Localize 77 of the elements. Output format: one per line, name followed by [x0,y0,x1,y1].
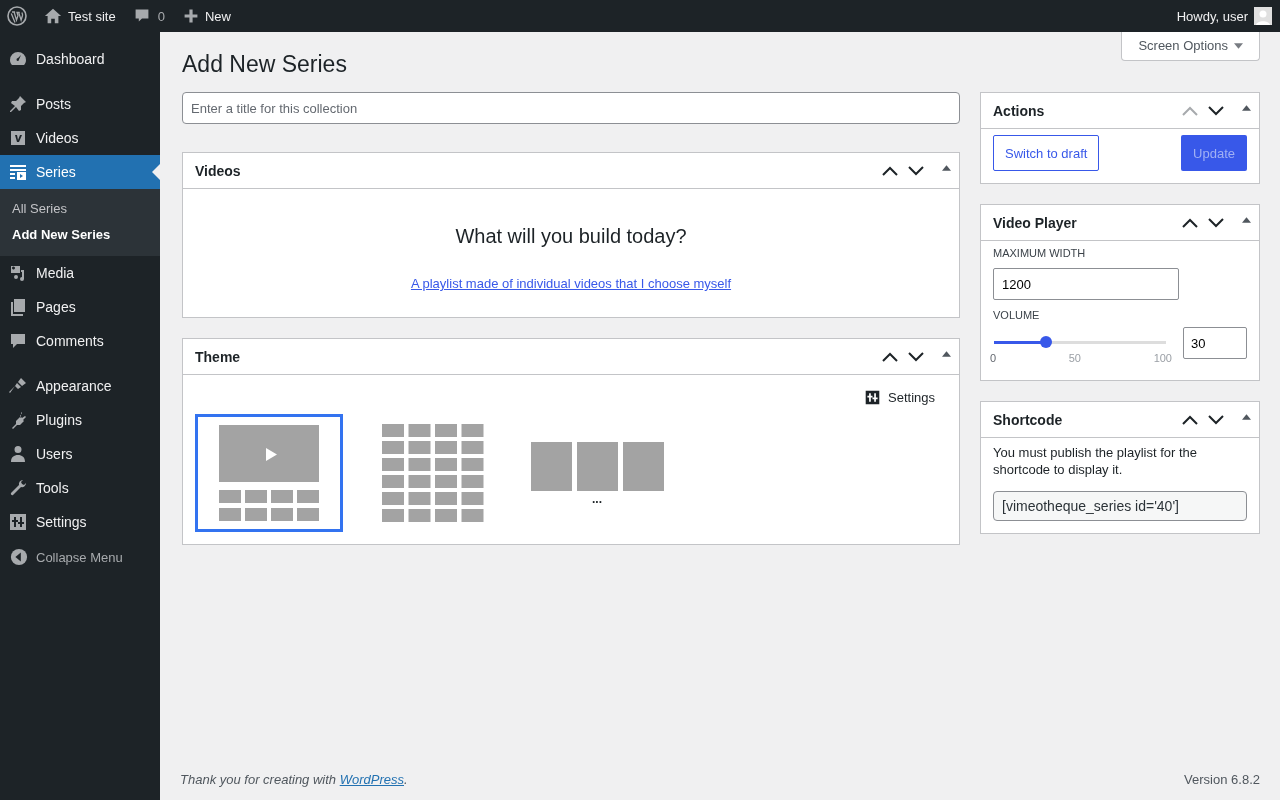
playlist-icon [8,162,28,182]
tick-label: 0 [990,352,997,364]
comments-link[interactable]: 0 [124,8,174,24]
collapse-toggle-icon[interactable] [1242,216,1251,223]
shortcode-note: You must publish the playlist for the shortcode to display it. [993,444,1199,478]
sidebar-item[interactable]: Settings [0,505,160,539]
submenu-item[interactable]: Add New Series [0,222,160,248]
version-text: Version 6.8.2 [1184,772,1260,787]
submenu-item[interactable]: All Series [0,196,160,222]
slider-thumb[interactable] [1039,336,1052,348]
chevron-up-icon[interactable] [882,351,898,362]
plus-icon [182,8,199,24]
playlist-link[interactable]: A playlist made of individual videos that I choose myself [410,276,732,291]
page-title: Add New Series [182,51,347,78]
chevron-up-icon[interactable] [882,165,898,176]
wrench-icon [8,478,28,498]
screen-options-button[interactable]: Screen Options [1121,32,1260,61]
switch-to-draft-button[interactable]: Switch to draft [993,135,1100,171]
sidebar-item[interactable]: Tools [0,471,160,505]
footer-thanks: Thank you for creating with WordPress. [180,772,408,787]
collapse-toggle-icon[interactable] [942,164,951,171]
chevron-up-icon[interactable] [1182,414,1198,425]
pointer-icon [152,164,160,180]
chevron-down-icon[interactable] [1208,105,1224,116]
volume-field[interactable]: 30 [1183,327,1247,359]
sidebar-item[interactable]: Series [0,155,160,189]
layout-option[interactable]: ... [523,414,671,532]
sidebar-item[interactable]: Videos [0,121,160,155]
sidebar-item[interactable]: Users [0,437,160,471]
box-title: Theme [195,348,241,365]
sliders-icon [864,389,881,406]
sliders-icon [8,512,28,532]
build-heading: What will you build today? [455,225,687,248]
box-title: Shortcode [993,411,1063,428]
new-link[interactable]: New [173,8,240,24]
sidebar-item[interactable]: Plugins [0,403,160,437]
box-title: Videos [195,162,241,179]
chevron-up-icon[interactable] [1182,217,1198,228]
pages-icon [8,297,28,317]
account-link[interactable]: Howdy, user [1167,7,1280,25]
sidebar-item[interactable]: Pages [0,290,160,324]
field-label: MAXIMUM WIDTH [993,247,1087,259]
avatar-icon [1254,7,1272,25]
box-title: Video Player [993,214,1077,231]
speech-bubble-icon [8,331,28,351]
user-icon [8,444,28,464]
video-icon [8,128,28,148]
sidebar-item[interactable]: Posts [0,87,160,121]
sidebar-item[interactable]: Media [0,256,160,290]
tick-label: 100 [1153,352,1172,364]
max-width-field[interactable]: 1200 [993,268,1179,300]
collapse-toggle-icon[interactable] [1242,104,1251,111]
chevron-down-icon[interactable] [1208,217,1224,228]
chevron-down-icon[interactable] [1208,414,1224,425]
tick-label: 50 [1068,352,1081,364]
chevron-down-icon[interactable] [908,351,924,362]
pin-icon [8,94,28,114]
site-link[interactable]: Test site [35,7,125,25]
sidebar-item[interactable]: Appearance [0,369,160,403]
caret-icon [1234,42,1243,49]
field-label: VOLUME [993,309,1041,321]
sidebar-item[interactable]: Dashboard [0,42,160,76]
sidebar-item[interactable]: Comments [0,324,160,358]
shortcode-field[interactable]: [vimeotheque_series id='40'] [993,491,1247,521]
home-icon [44,7,62,25]
settings-link[interactable]: Settings [864,389,935,406]
collapse-menu-button[interactable]: Collapse Menu [0,540,160,574]
wordpress-link[interactable]: WordPress [339,772,404,787]
speech-bubble-icon [133,8,150,24]
title-field[interactable]: Enter a title for this collection [182,92,960,124]
collapse-toggle-icon[interactable] [1242,413,1251,420]
wordpress-logo-icon[interactable] [7,6,27,26]
more-indicator: ... [592,492,602,505]
box-title: Actions [993,102,1045,119]
layout-option[interactable] [195,414,343,532]
collapse-toggle-icon[interactable] [942,350,951,357]
chevron-down-icon[interactable] [908,165,924,176]
